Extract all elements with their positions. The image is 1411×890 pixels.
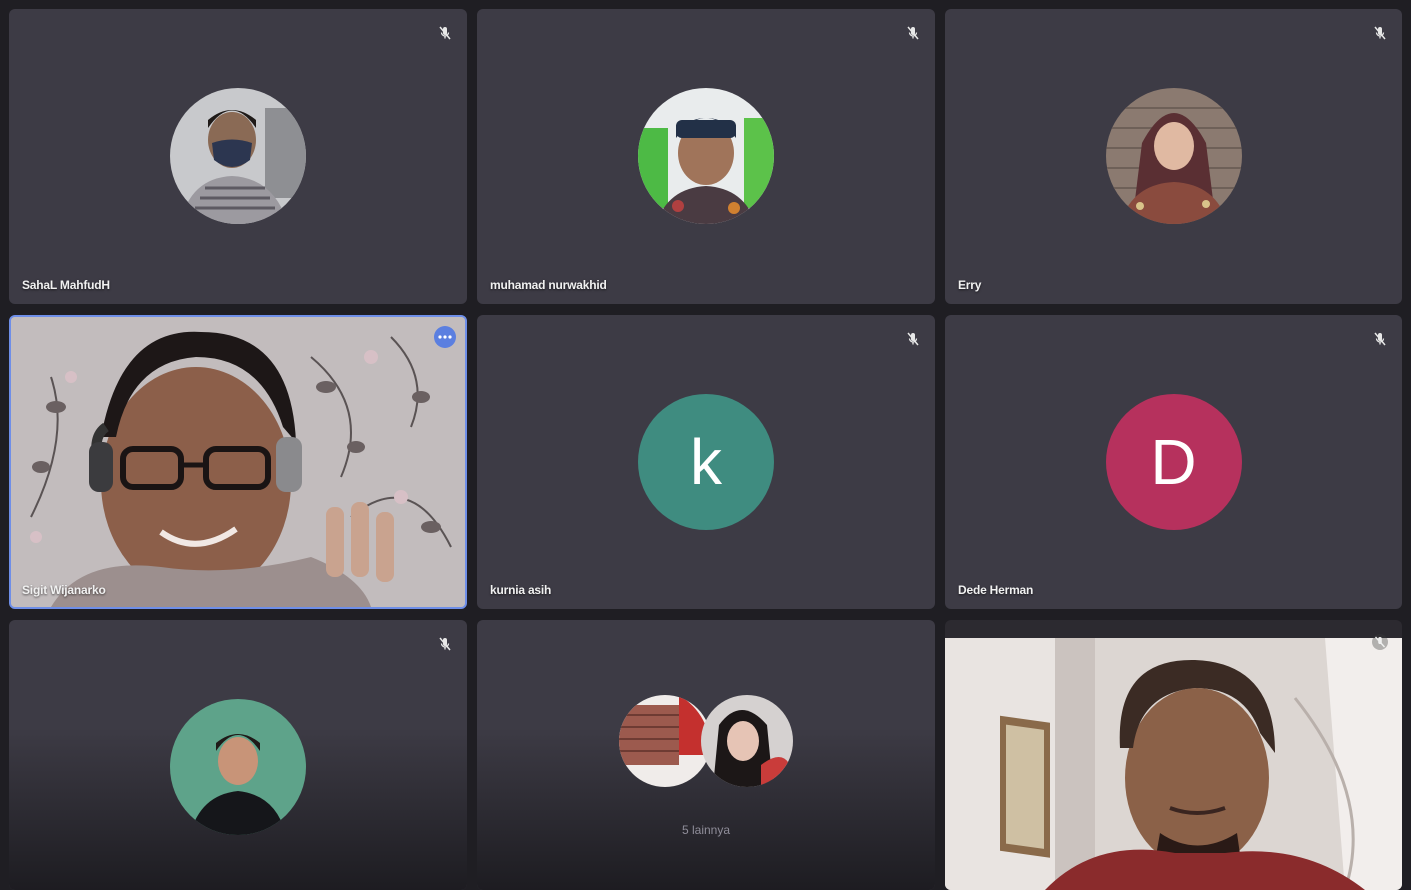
others-count-label: 5 lainnya — [681, 823, 731, 837]
participant-tile-9[interactable] — [945, 620, 1402, 890]
participant-tile-muhamad[interactable]: muhamad nurwakhid — [477, 9, 935, 304]
participant-name: Erry — [958, 278, 982, 292]
letter-avatar: D — [1105, 394, 1242, 530]
group-avatar-2 — [701, 695, 793, 787]
group-avatar-1 — [619, 695, 711, 787]
participant-tile-7[interactable] — [9, 620, 467, 890]
mic-off-icon — [1372, 634, 1388, 650]
participant-name: muhamad nurwakhid — [490, 278, 607, 292]
mic-off-icon — [437, 636, 453, 652]
participant-tile-sahal[interactable]: SahaL MahfudH — [9, 9, 467, 304]
participant-name: Sigit Wijanarko — [22, 583, 106, 597]
participant-tile-dede[interactable]: D Dede Herman — [945, 315, 1402, 609]
participant-name: Dede Herman — [958, 583, 1034, 597]
participant-name: kurnia asih — [490, 583, 552, 597]
person-green-avatar — [170, 699, 306, 835]
participant-tile-sigit[interactable]: Sigit Wijanarko — [9, 315, 467, 609]
person-cap-avatar — [638, 88, 774, 224]
participant-tile-kurnia[interactable]: k kurnia asih — [477, 315, 935, 609]
participant-tile-erry[interactable]: Erry — [945, 9, 1402, 304]
letter-avatar: k — [638, 394, 774, 530]
participant-name: SahaL MahfudH — [22, 278, 110, 292]
mic-off-icon — [1372, 331, 1388, 347]
mic-off-icon — [437, 25, 453, 41]
video-feed — [11, 317, 465, 607]
person-hijab-avatar — [1105, 88, 1242, 224]
mic-off-icon — [1372, 25, 1388, 41]
person-masked-avatar — [170, 88, 306, 224]
mic-off-icon — [905, 331, 921, 347]
more-options-icon[interactable] — [434, 326, 456, 348]
others-group-tile[interactable]: 5 lainnya — [477, 620, 935, 890]
mic-off-icon — [905, 25, 921, 41]
video-feed — [945, 638, 1402, 890]
